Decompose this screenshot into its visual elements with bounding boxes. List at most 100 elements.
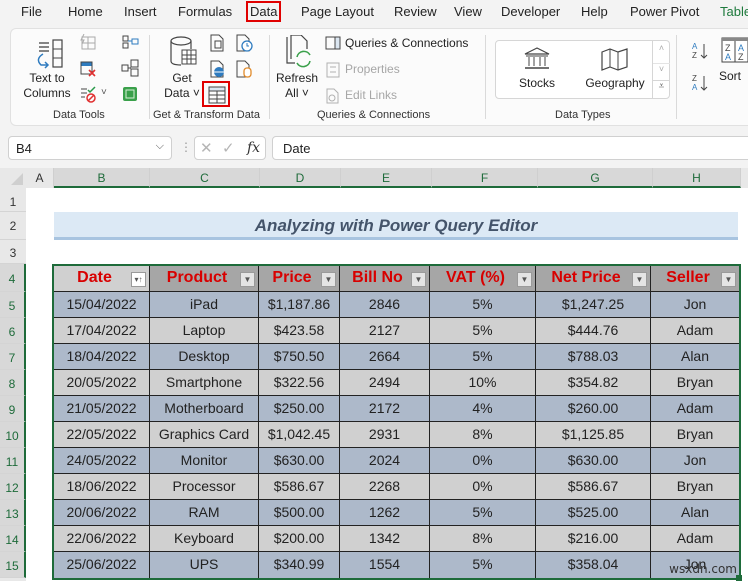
tab-file[interactable]: File [21, 4, 42, 19]
cell-date[interactable]: 24/05/2022 [54, 448, 150, 474]
refresh-all-button[interactable]: Refresh All ˅ [275, 35, 319, 103]
name-box[interactable]: B4 ⌵ [8, 136, 172, 160]
header-vat[interactable]: VAT (%) ▼ [430, 266, 536, 292]
cell-price[interactable]: $322.56 [259, 370, 340, 396]
gallery-up-icon[interactable]: ˄ [653, 43, 670, 53]
cell-net-price[interactable]: $525.00 [536, 500, 651, 526]
text-to-columns-button[interactable]: Text to Columns [19, 35, 75, 103]
tab-data[interactable]: Data [246, 1, 282, 22]
row-header-4[interactable]: 4 [0, 264, 26, 292]
sort-z-to-a-icon[interactable]: ZA [691, 73, 711, 93]
cell-bill-no[interactable]: 2664 [340, 344, 430, 370]
tab-view[interactable]: View [454, 4, 482, 19]
row-header-7[interactable]: 7 [0, 344, 26, 370]
cancel-icon[interactable]: ✕ [200, 139, 213, 157]
column-header-h[interactable]: H [653, 168, 741, 188]
cell-date[interactable]: 20/05/2022 [54, 370, 150, 396]
tab-page-layout[interactable]: Page Layout [301, 4, 374, 19]
cell-bill-no[interactable]: 2172 [340, 396, 430, 422]
cell-product[interactable]: Motherboard [150, 396, 259, 422]
filter-dropdown-icon[interactable]: ▼ [632, 272, 647, 287]
header-seller[interactable]: Seller ▼ [651, 266, 739, 292]
tab-formulas[interactable]: Formulas [178, 4, 232, 19]
cell-seller[interactable]: Adam [651, 396, 739, 422]
cell-product[interactable]: Keyboard [150, 526, 259, 552]
cell-product[interactable]: Graphics Card [150, 422, 259, 448]
cell-net-price[interactable]: $260.00 [536, 396, 651, 422]
cell-date[interactable]: 18/04/2022 [54, 344, 150, 370]
cell-price[interactable]: $586.67 [259, 474, 340, 500]
tab-review[interactable]: Review [394, 4, 437, 19]
cell-product[interactable]: Laptop [150, 318, 259, 344]
column-header-g[interactable]: G [538, 168, 653, 188]
filter-dropdown-icon[interactable]: ▼ [411, 272, 426, 287]
cell-bill-no[interactable]: 1342 [340, 526, 430, 552]
row-header-2[interactable]: 2 [0, 212, 26, 240]
cell-bill-no[interactable]: 2024 [340, 448, 430, 474]
cell-seller[interactable]: Bryan [651, 474, 739, 500]
cell-net-price[interactable]: $586.67 [536, 474, 651, 500]
filter-dropdown-icon[interactable]: ▼ [321, 272, 336, 287]
data-validation-button[interactable]: ˅ [79, 85, 109, 103]
cell-product[interactable]: Smartphone [150, 370, 259, 396]
row-header-11[interactable]: 11 [0, 448, 26, 474]
cell-seller[interactable]: Adam [651, 526, 739, 552]
cell-vat[interactable]: 5% [430, 292, 536, 318]
sort-filter-icon[interactable]: ▾↑ [131, 272, 146, 287]
cell-seller[interactable]: Bryan [651, 370, 739, 396]
from-table-range-button[interactable] [202, 81, 230, 107]
cell-price[interactable]: $630.00 [259, 448, 340, 474]
filter-dropdown-icon[interactable]: ▼ [240, 272, 255, 287]
cell-price[interactable]: $500.00 [259, 500, 340, 526]
cell-price[interactable]: $200.00 [259, 526, 340, 552]
remove-duplicates-icon[interactable] [79, 60, 97, 78]
row-header-1[interactable]: 1 [0, 188, 26, 212]
cell-vat[interactable]: 0% [430, 474, 536, 500]
tab-developer[interactable]: Developer [501, 4, 560, 19]
cell-price[interactable]: $1,187.86 [259, 292, 340, 318]
tab-table[interactable]: Table [720, 4, 748, 19]
cell-price[interactable]: $250.00 [259, 396, 340, 422]
cell-net-price[interactable]: $1,125.85 [536, 422, 651, 448]
manage-data-model-icon[interactable] [121, 85, 139, 103]
cell-net-price[interactable]: $354.82 [536, 370, 651, 396]
cell-seller[interactable]: Jon [651, 448, 739, 474]
cell-product[interactable]: Monitor [150, 448, 259, 474]
cell-bill-no[interactable]: 2127 [340, 318, 430, 344]
cell-product[interactable]: iPad [150, 292, 259, 318]
row-header-14[interactable]: 14 [0, 526, 26, 552]
column-header-f[interactable]: F [432, 168, 538, 188]
formula-input[interactable]: Date [272, 136, 748, 160]
row-header-5[interactable]: 5 [0, 292, 26, 318]
cell-vat[interactable]: 5% [430, 552, 536, 578]
cell-net-price[interactable]: $216.00 [536, 526, 651, 552]
get-data-button[interactable]: Get Data ˅ [161, 35, 203, 103]
row-header-12[interactable]: 12 [0, 474, 26, 500]
column-header-c[interactable]: C [150, 168, 260, 188]
header-date[interactable]: Date ▾↑ [54, 266, 150, 292]
sort-button[interactable]: ZA AZ Sort [719, 37, 748, 87]
filter-dropdown-icon[interactable]: ▼ [721, 272, 736, 287]
cell-vat[interactable]: 5% [430, 500, 536, 526]
column-header-b[interactable]: B [54, 168, 150, 188]
from-web-icon[interactable] [209, 60, 227, 78]
table-resize-handle[interactable] [736, 575, 742, 581]
cell-net-price[interactable]: $630.00 [536, 448, 651, 474]
cell-bill-no[interactable]: 1262 [340, 500, 430, 526]
tab-home[interactable]: Home [68, 4, 103, 19]
enter-check-icon[interactable]: ✓ [222, 139, 235, 157]
cell-bill-no[interactable]: 1554 [340, 552, 430, 578]
cell-vat[interactable]: 10% [430, 370, 536, 396]
cell-product[interactable]: RAM [150, 500, 259, 526]
row-header-3[interactable]: 3 [0, 240, 26, 264]
header-net-price[interactable]: Net Price ▼ [536, 266, 651, 292]
cell-price[interactable]: $750.50 [259, 344, 340, 370]
tab-insert[interactable]: Insert [124, 4, 157, 19]
row-header-15[interactable]: 15 [0, 552, 26, 578]
cell-product[interactable]: Desktop [150, 344, 259, 370]
sort-a-to-z-icon[interactable]: AZ [691, 41, 711, 61]
from-text-csv-icon[interactable] [209, 34, 225, 52]
tab-power-pivot[interactable]: Power Pivot [630, 4, 699, 19]
row-header-9[interactable]: 9 [0, 396, 26, 422]
formula-bar-resize-handle[interactable]: ⋮ [180, 140, 192, 154]
